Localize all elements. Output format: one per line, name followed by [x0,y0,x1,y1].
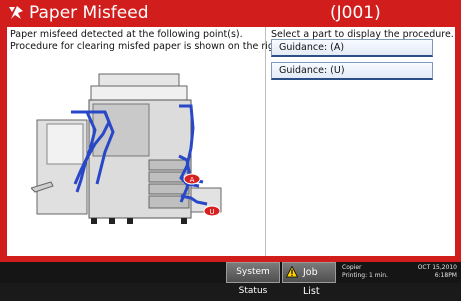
misfeed-message-line2: Procedure for clearing misfed paper is s… [10,41,287,52]
foot [181,218,187,224]
current-time: 6:18PM [434,272,457,279]
printing-status: Printing: 1 min. [342,272,388,279]
finisher-top [46,123,84,165]
foot [109,218,115,224]
scanner-base [90,85,188,101]
paper-misfeed-icon [5,2,27,24]
foot [91,218,97,224]
panel-divider [265,27,266,256]
guidance-a-button[interactable]: Guidance: (A) [271,39,433,57]
misfeed-message: Paper misfeed detected at the following … [10,29,287,53]
error-code: (J001) [330,3,381,23]
tray-1 [148,159,190,171]
marker-u-label: U [209,208,214,216]
title-bar: Paper Misfeed (J001) [0,0,461,26]
machine-diagram: A U [30,68,231,232]
misfeed-marker-u: U [203,205,221,217]
date-time: OCT 15,2010 6:18PM [399,264,457,280]
current-date: OCT 15,2010 [417,264,457,271]
page-title: Paper Misfeed [29,3,149,23]
guidance-u-button[interactable]: Guidance: (U) [271,62,433,80]
misfeed-marker-a: A [183,173,201,185]
job-list-button[interactable]: Job List [282,262,336,297]
job-list-label: Job List [303,267,320,297]
warning-icon [285,265,299,278]
system-status-button[interactable]: System Status [226,262,280,296]
tray-3 [148,183,190,195]
job-info: Copier Printing: 1 min. [342,264,388,280]
foot [127,218,133,224]
misfeed-message-line1: Paper misfeed detected at the following … [10,29,243,40]
current-mode: Copier [342,264,362,271]
marker-a-label: A [190,176,195,184]
